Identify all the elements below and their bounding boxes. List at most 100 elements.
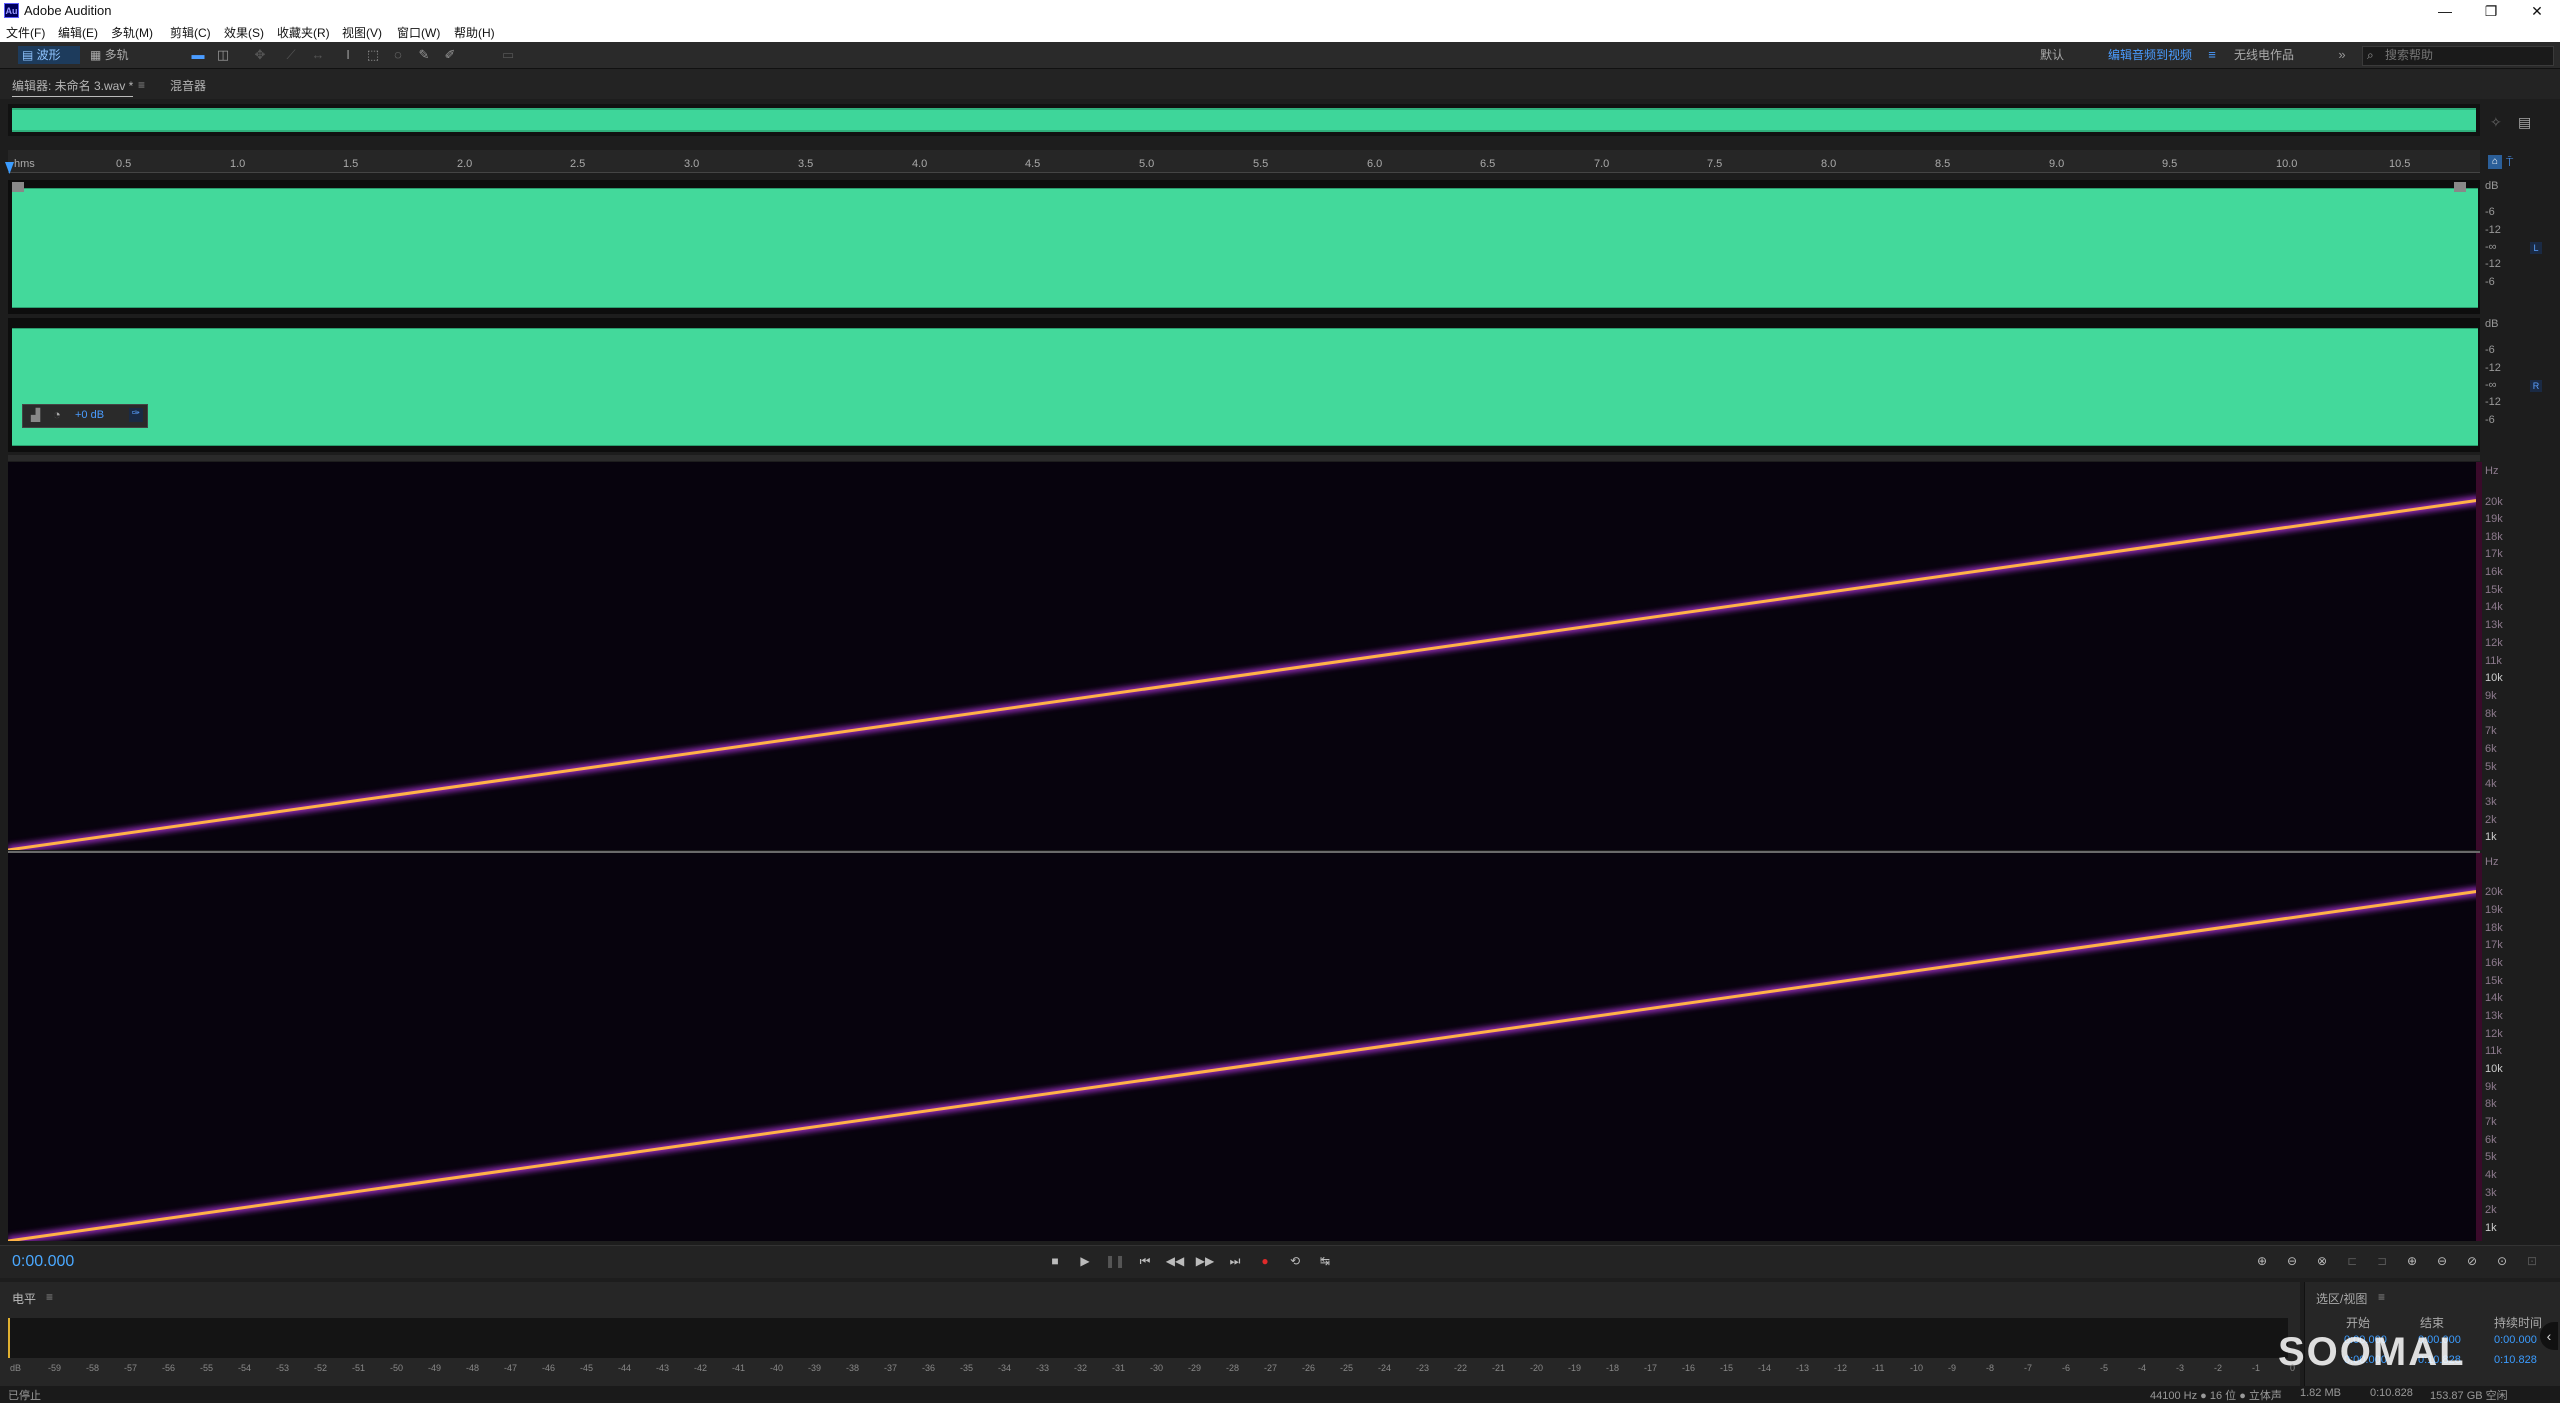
zoom-in-amplitude-icon[interactable]: ⊕ xyxy=(2252,1252,2272,1270)
stop-button[interactable]: ■ xyxy=(1045,1252,1065,1270)
current-time-display[interactable]: 0:00.000 xyxy=(12,1253,74,1271)
db-label: -∞ xyxy=(2485,379,2497,391)
menu-window[interactable]: 窗口(W) xyxy=(397,24,440,41)
skip-selection-button[interactable]: ↹ xyxy=(1315,1252,1335,1270)
menu-help[interactable]: 帮助(H) xyxy=(454,24,495,41)
minimize-button[interactable]: — xyxy=(2422,0,2468,22)
more-workspaces-icon[interactable]: » xyxy=(2334,47,2350,63)
brush-tool-icon[interactable]: ✎ xyxy=(416,47,432,63)
level-tick: -30 xyxy=(1150,1363,1164,1373)
panel-menu-icon[interactable]: ≡ xyxy=(138,78,145,92)
menu-clip[interactable]: 剪辑(C) xyxy=(170,24,211,41)
hz-unit: Hz xyxy=(2485,856,2499,868)
fast-forward-button[interactable]: ▶▶ xyxy=(1195,1252,1215,1270)
pitch-display-icon[interactable]: ◫ xyxy=(215,47,231,63)
zoom-fit-icon[interactable]: ⊡ xyxy=(2522,1252,2542,1270)
level-tick: -37 xyxy=(884,1363,898,1373)
time-ruler[interactable] xyxy=(8,150,2480,173)
workspace-radio[interactable]: 无线电作品 xyxy=(2234,46,2294,64)
overview-waveform[interactable] xyxy=(12,108,2476,132)
level-tick: -40 xyxy=(770,1363,784,1373)
multitrack-label: 多轨 xyxy=(104,48,129,62)
level-tick: -51 xyxy=(352,1363,366,1373)
waveform-right[interactable] xyxy=(12,328,2478,446)
zoom-selection-icon[interactable]: ⊙ xyxy=(2492,1252,2512,1270)
menu-favorites[interactable]: 收藏夹(R) xyxy=(277,24,330,41)
slip-tool-icon[interactable]: ↔ xyxy=(310,47,326,63)
volume-hud[interactable]: ▟ ◔ +0 dB ✑ xyxy=(22,404,148,428)
fade-out-handle[interactable] xyxy=(2454,182,2466,192)
db-label: -12 xyxy=(2485,362,2501,374)
spectral-display-icon[interactable]: ▬ xyxy=(190,47,206,63)
workspace-menu-icon[interactable]: ≡ xyxy=(2204,47,2220,63)
zoom-in-left-icon[interactable]: ⊏ xyxy=(2342,1252,2362,1270)
zoom-in-time-icon[interactable]: ⊕ xyxy=(2402,1252,2422,1270)
move-to-end-button[interactable]: ⏭ xyxy=(1225,1252,1245,1270)
record-button[interactable]: ● xyxy=(1255,1252,1275,1270)
channel-left-toggle[interactable]: L xyxy=(2530,242,2542,254)
hz-label: 2k xyxy=(2485,1204,2497,1216)
level-tick: -7 xyxy=(2024,1363,2033,1373)
zoom-pin-icon[interactable]: ✧ xyxy=(2490,114,2502,131)
lasso-tool-icon[interactable]: ◌ xyxy=(390,47,406,63)
menu-file[interactable]: 文件(F) xyxy=(6,24,45,41)
menu-view[interactable]: 视图(V) xyxy=(342,24,382,41)
zoom-reset-icon[interactable]: ⊗ xyxy=(2312,1252,2332,1270)
zoom-out-full-icon[interactable]: ⊘ xyxy=(2462,1252,2482,1270)
search-help-box[interactable]: ⌕ xyxy=(2362,46,2554,66)
hz-label: 1k xyxy=(2485,1222,2497,1234)
zoom-out-amplitude-icon[interactable]: ⊖ xyxy=(2282,1252,2302,1270)
view-splitter[interactable] xyxy=(8,455,2480,461)
move-tool-icon[interactable]: ✥ xyxy=(252,47,268,63)
spot-healing-icon[interactable]: ✐ xyxy=(442,47,458,63)
volume-knob-icon[interactable]: ◔ xyxy=(53,407,61,422)
tab-mixer[interactable]: 混音器 xyxy=(170,77,206,94)
menu-effects[interactable]: 效果(S) xyxy=(224,24,264,41)
channel-right-toggle[interactable]: R xyxy=(2530,380,2542,392)
hz-label: 11k xyxy=(2485,655,2502,667)
pin-icon[interactable]: ✑ xyxy=(129,408,143,422)
snap-icon[interactable]: ⍑ xyxy=(2506,155,2513,170)
time-selection-tool-icon[interactable]: I xyxy=(340,47,356,63)
search-help-input[interactable] xyxy=(2385,47,2549,63)
tab-editor[interactable]: 编辑器: 未命名 3.wav * xyxy=(12,77,134,97)
hz-label: 15k xyxy=(2485,584,2503,596)
level-tick: -35 xyxy=(960,1363,974,1373)
workspace-video-edit[interactable]: 编辑音频到视频 xyxy=(2108,46,2192,64)
loop-playback-button[interactable]: ⟲ xyxy=(1285,1252,1305,1270)
waveform-left[interactable] xyxy=(12,188,2478,308)
levels-menu-icon[interactable]: ≡ xyxy=(46,1290,53,1304)
restore-button[interactable]: ❐ xyxy=(2468,0,2514,22)
pause-button[interactable]: ❚❚ xyxy=(1105,1252,1125,1270)
rewind-button[interactable]: ◀◀ xyxy=(1165,1252,1185,1270)
fade-in-handle[interactable] xyxy=(12,182,24,192)
level-tick: -14 xyxy=(1758,1363,1772,1373)
volume-value[interactable]: +0 dB xyxy=(75,409,104,421)
selection-duration-value[interactable]: 0:00.000 xyxy=(2494,1334,2537,1346)
level-tick: -24 xyxy=(1378,1363,1392,1373)
move-to-start-button[interactable]: ⏮ xyxy=(1135,1252,1155,1270)
heal-button-icon[interactable]: ▭ xyxy=(493,47,523,63)
play-button[interactable]: ▶ xyxy=(1075,1252,1095,1270)
close-button[interactable]: ✕ xyxy=(2514,0,2560,22)
multitrack-view-button[interactable]: ▦ 多轨 xyxy=(86,46,148,64)
level-tick: -17 xyxy=(1644,1363,1658,1373)
hz-label: 4k xyxy=(2485,778,2497,790)
razor-tool-icon[interactable]: ⟋ xyxy=(283,47,299,63)
menu-multitrack[interactable]: 多轨(M) xyxy=(111,24,153,41)
view-duration-value[interactable]: 0:10.828 xyxy=(2494,1354,2537,1366)
zoom-lock-icon[interactable]: ⌂ xyxy=(2488,155,2502,169)
menu-edit[interactable]: 编辑(E) xyxy=(58,24,98,41)
workspace-default[interactable]: 默认 xyxy=(2040,46,2064,64)
hz-label: 19k xyxy=(2485,513,2503,525)
db-label: -12 xyxy=(2485,396,2501,408)
ruler-tick: 10.0 xyxy=(2276,158,2298,170)
zoom-out-right-icon[interactable]: ⊐ xyxy=(2372,1252,2392,1270)
marquee-tool-icon[interactable]: ⬚ xyxy=(365,47,381,63)
channel-map-icon[interactable]: ▤ xyxy=(2518,114,2531,131)
selection-menu-icon[interactable]: ≡ xyxy=(2378,1290,2385,1304)
zoom-out-time-icon[interactable]: ⊖ xyxy=(2432,1252,2452,1270)
db-label: -12 xyxy=(2485,258,2501,270)
waveform-view-button[interactable]: ▤ 波形 xyxy=(18,46,80,64)
hz-label: 9k xyxy=(2485,690,2497,702)
